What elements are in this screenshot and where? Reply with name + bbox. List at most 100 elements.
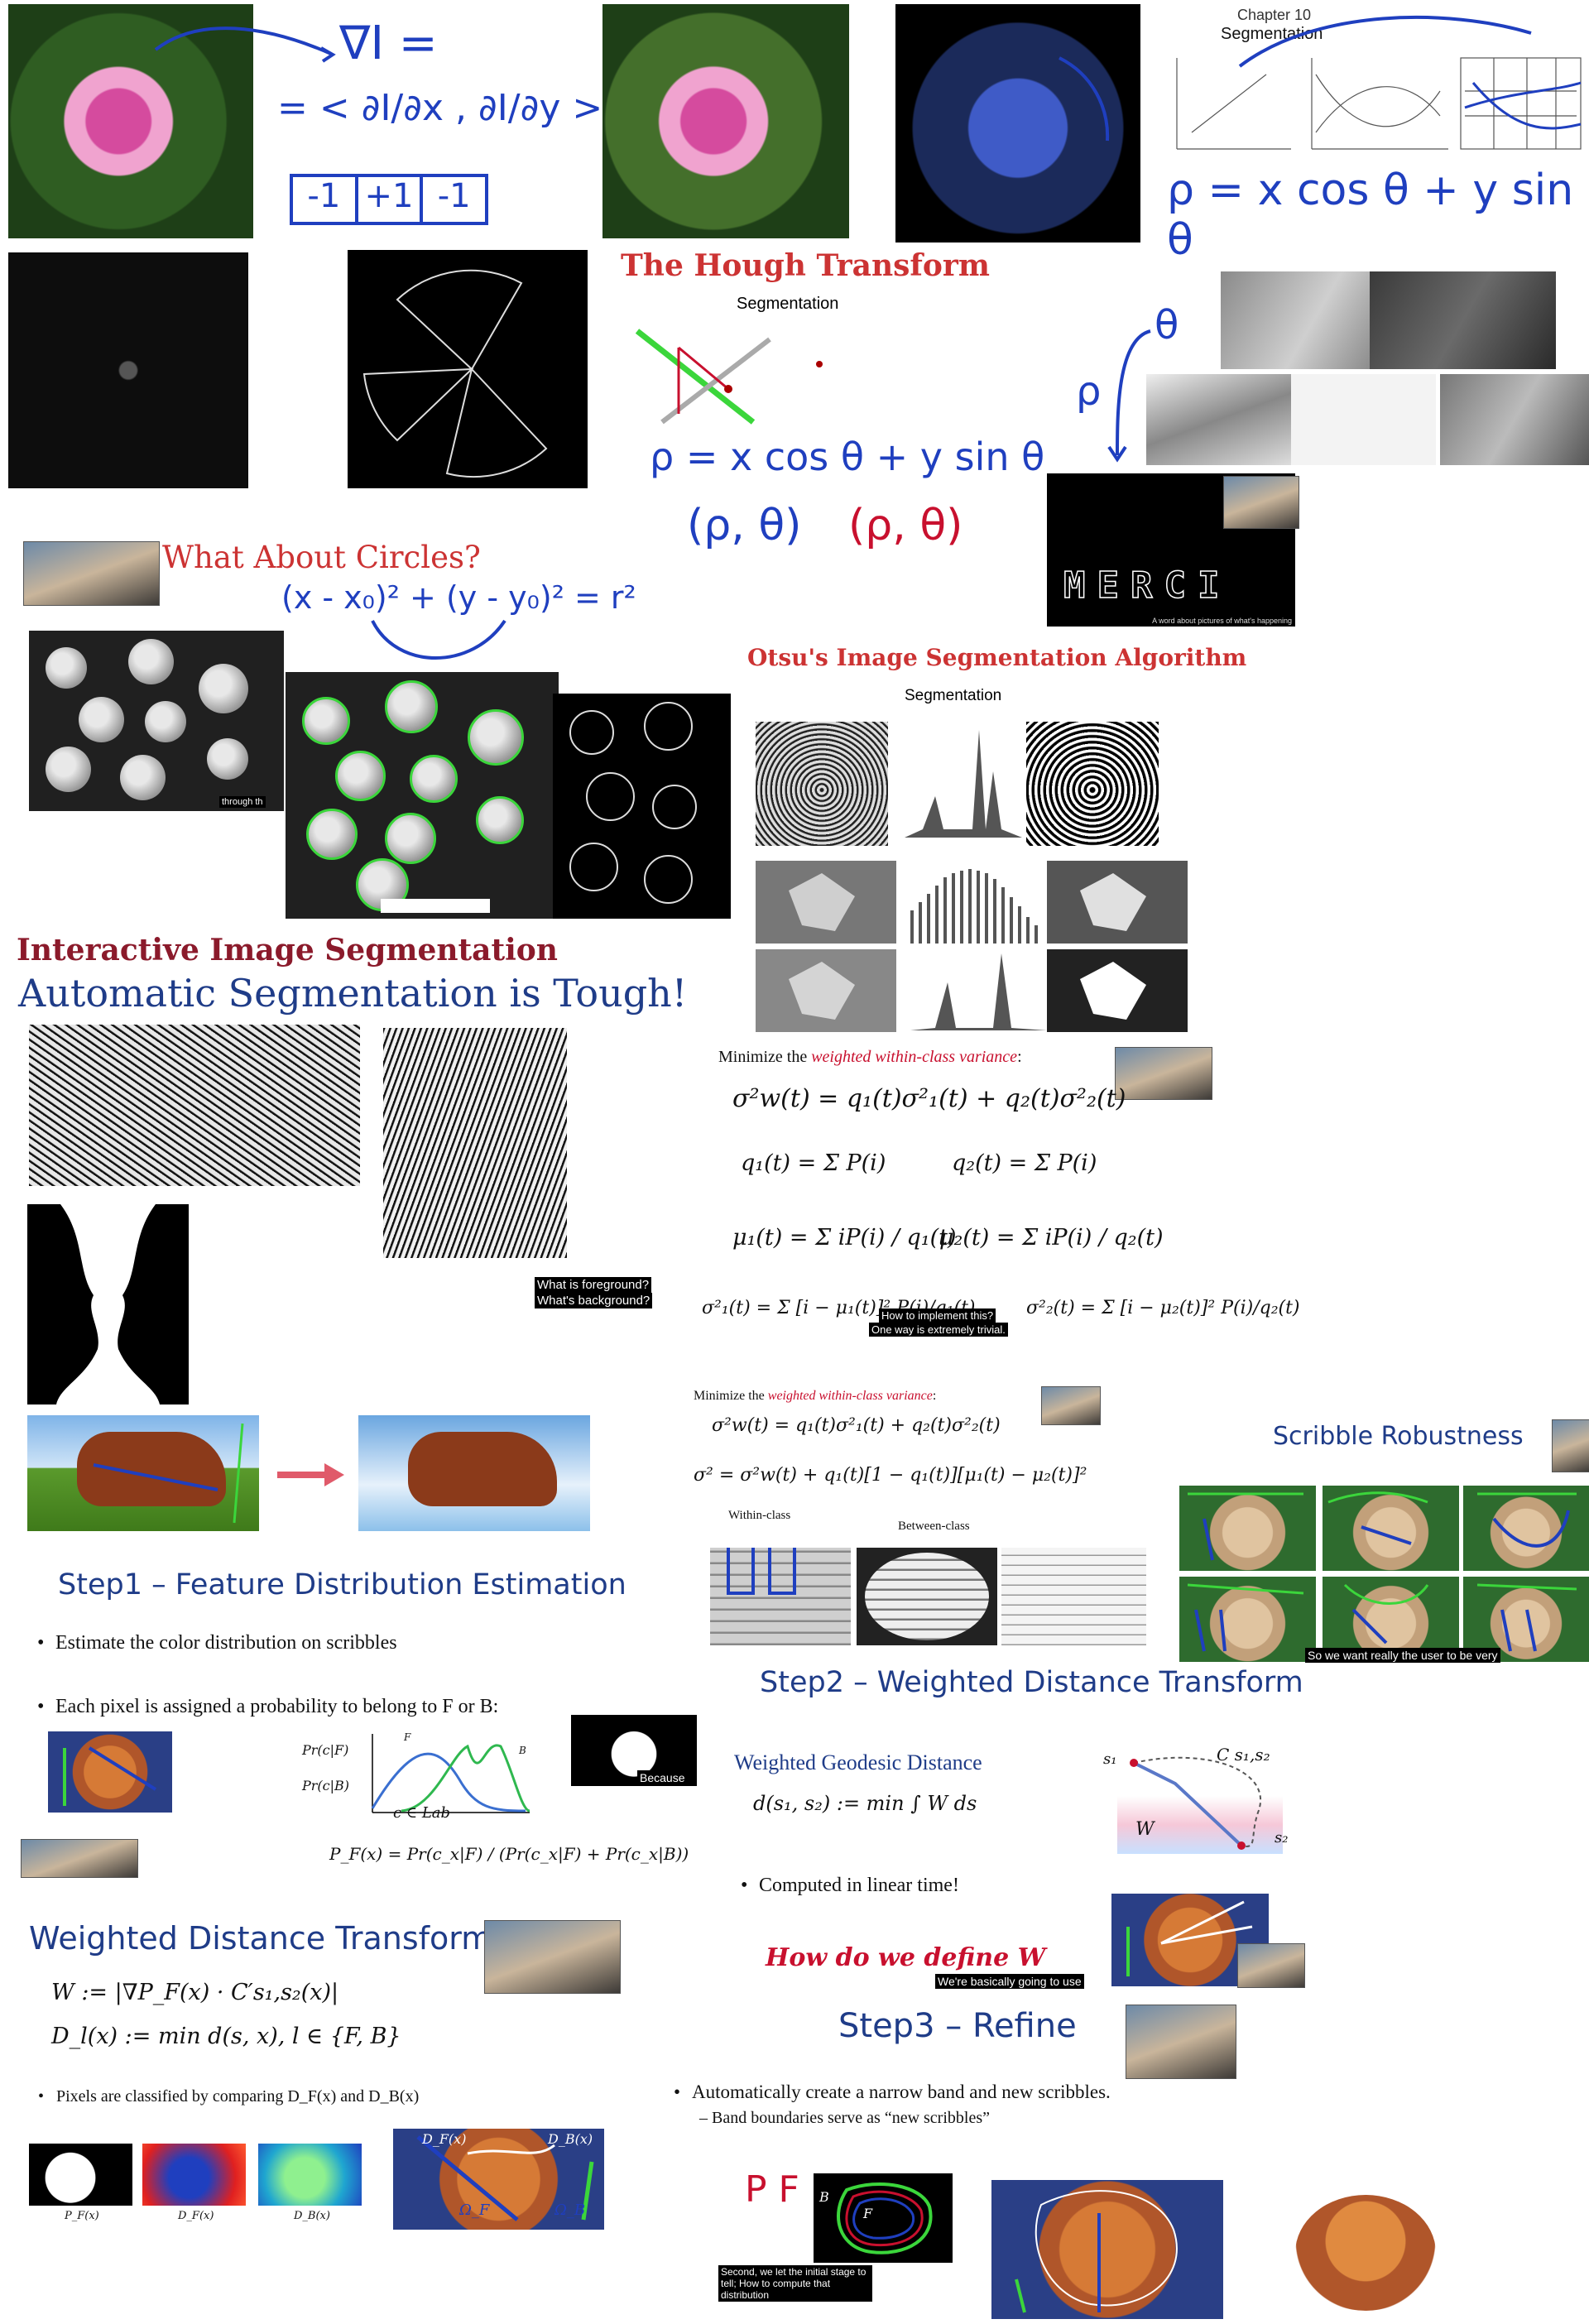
coins-image: through th (29, 631, 284, 811)
axis-label: c ∈ Lab (393, 1804, 451, 1822)
kitten-scribbles (1187, 1491, 1577, 1652)
presenter-webcam (1115, 1047, 1212, 1100)
presenter-webcam (23, 541, 160, 606)
between-class-label: Between-class (898, 1520, 970, 1533)
cat-scribble-image (48, 1731, 172, 1813)
coin-edge (644, 702, 693, 751)
video-subtitle: So we want really the user to be very (1305, 1648, 1500, 1663)
rho-formula: ρ = x cos θ + y sin θ (1167, 166, 1574, 265)
coin (46, 747, 91, 792)
detected-coin (468, 709, 524, 766)
coin (199, 664, 248, 713)
otsu-minimize-label: Minimize the weighted within-class varia… (718, 1048, 1022, 1067)
hough-equation: ρ = x cos θ + y sin θ (650, 435, 1045, 479)
hough-segmentation-label: Segmentation (737, 295, 839, 313)
presenter-webcam (1041, 1386, 1101, 1425)
s1-label: s₁ (1103, 1750, 1117, 1768)
noisy-shape-image-3 (756, 949, 896, 1032)
scribbles (93, 1423, 244, 1524)
merci-text: MERCI (1063, 564, 1231, 607)
pie-edges-lines (362, 269, 548, 478)
geodesic-title: Weighted Geodesic Distance (734, 1750, 982, 1774)
omega-f-label: Ω_F (459, 2202, 490, 2219)
tree-illusion-image (383, 1028, 567, 1258)
otsu-histogram-1 (905, 730, 1022, 838)
wdt-bullet: Pixels are classified by comparing D_F(x… (38, 2087, 419, 2106)
db-label: D_B(x) (548, 2131, 593, 2147)
video-subtitle: So that's why we use the same term (207, 2228, 385, 2242)
pr-f-label: Pr(c|F) (302, 1742, 349, 1758)
pf-map-image (29, 2144, 132, 2206)
interactive-subtitle: Automatic Segmentation is Tough! (18, 971, 688, 1016)
band-lines (837, 2182, 933, 2254)
grad-formula: ∇I = (339, 17, 438, 70)
step1-title: Step1 – Feature Distribution Estimation (58, 1568, 626, 1601)
band-f-label: F (863, 2206, 873, 2221)
ellipse (865, 1553, 989, 1640)
video-subtitle: Second, we let the initial stage to tell… (718, 2265, 872, 2302)
curve-b-label: B (519, 1745, 526, 1756)
video-subtitle: How to implement this? (879, 1308, 996, 1323)
aerial-image-5 (1440, 374, 1589, 465)
step1-bullet-2: Each pixel is assigned a probability to … (37, 1696, 498, 1718)
hough-pair-red: (ρ, θ) (848, 501, 963, 550)
step3-bullet: Automatically create a narrow band and n… (674, 2082, 1111, 2103)
step3-sub-bullet-text: Band boundaries serve as “new scribbles” (712, 2109, 990, 2127)
df-map-image (142, 2144, 246, 2206)
pf-formula: P_F(x) = Pr(c_x|F) / (Pr(c_x|F) + Pr(c_x… (329, 1844, 689, 1864)
presenter-webcam (1223, 476, 1299, 529)
binary-shape-image (1047, 949, 1188, 1032)
scribble-title: Scribble Robustness (1273, 1422, 1524, 1451)
otsu-eq-q2: q₂(t) = Σ P(i) (952, 1150, 1097, 1176)
presenter-webcam (1237, 1943, 1305, 1988)
omega-b-label: Ω_B (554, 2202, 586, 2219)
presenter-webcam (21, 1839, 138, 1878)
flower-image-copy (602, 4, 849, 238)
otsu-eq-total: σ² = σ²w(t) + q₁(t)[1 − q₁(t)][μ₁(t) − μ… (694, 1465, 1087, 1486)
band-b-label: B (819, 2189, 829, 2205)
interactive-title: Interactive Image Segmentation (17, 933, 558, 968)
coin (120, 755, 166, 800)
coin-edge (586, 772, 635, 821)
pie-edges-image (348, 250, 588, 488)
text-scan-image-3 (1001, 1548, 1146, 1645)
otsu-title: Otsu's Image Segmentation Algorithm (747, 644, 1247, 671)
video-subtitle: And we get that result (381, 899, 490, 913)
dark-gradient-image (8, 252, 248, 488)
circles-equation: (x - x₀)² + (y - y₀)² = r² (281, 579, 636, 616)
detected-coin (385, 680, 438, 733)
coin (207, 738, 248, 780)
detected-coin (476, 796, 524, 844)
minimize-colon: : (1017, 1048, 1022, 1066)
aerial-image-3 (1146, 374, 1291, 465)
video-subtitle: We're basically going to use (935, 1974, 1084, 1989)
hough-pair-blue: (ρ, θ) (687, 501, 802, 550)
presenter-webcam (1552, 1419, 1589, 1472)
shape (789, 873, 855, 931)
detected-coin (385, 813, 436, 864)
circles-pen-arc (371, 619, 506, 660)
pie-pen-arc (1059, 56, 1110, 142)
minimize-text: Minimize the (694, 1389, 768, 1403)
coin (128, 639, 174, 684)
otsu-minimize-label-2: Minimize the weighted within-class varia… (694, 1389, 936, 1404)
wdt-title: Weighted Distance Transform (29, 1920, 492, 1957)
hough-title: The Hough Transform (621, 248, 990, 283)
text-scan-image-2 (857, 1548, 997, 1645)
grad-components: = < ∂I/∂x , ∂I/∂y > (277, 87, 603, 129)
df-label: D_F(x) (422, 2131, 467, 2147)
coin (79, 697, 124, 742)
horse-body (408, 1432, 557, 1506)
kernel-cell: -1 (293, 177, 358, 222)
kernel-cell: -1 (437, 177, 471, 215)
step2-title: Step2 – Weighted Distance Transform (760, 1666, 1303, 1699)
hough-pen-arrow (1238, 15, 1532, 68)
detected-coin (302, 697, 350, 745)
geodesic-formula: d(s₁, s₂) := min ∫ W ds (753, 1792, 977, 1815)
otsu-eq-sigma2: σ²₂(t) = Σ [i − μ₂(t)]² P(i)/q₂(t) (1026, 1298, 1300, 1318)
text-scan-pen-marks (727, 1548, 796, 1595)
coin-edge (652, 785, 697, 829)
cat-refined-image (991, 2180, 1223, 2319)
how-define-w: How do we define W (766, 1943, 1046, 1972)
curve-f-label: F (404, 1731, 411, 1743)
